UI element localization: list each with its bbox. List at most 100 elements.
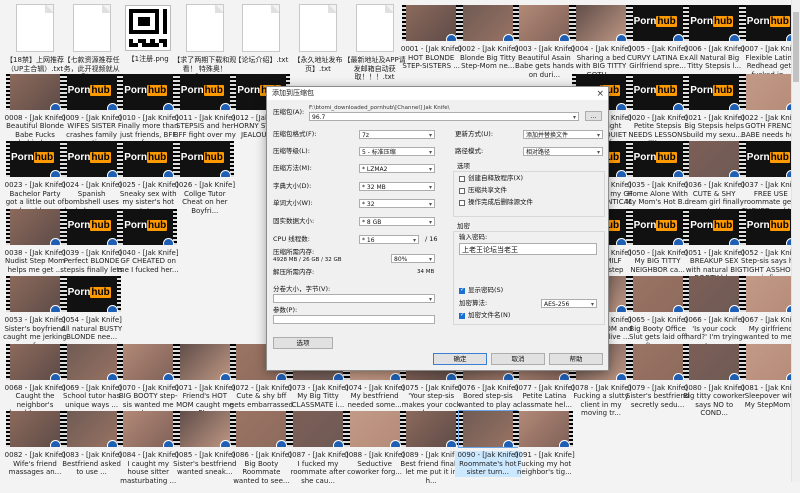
level-select[interactable]: 5 - 标准压缩 xyxy=(359,147,435,156)
path-mode-select[interactable]: 相对路径 xyxy=(523,147,603,156)
split-select[interactable] xyxy=(273,294,435,303)
scrollbar-thumb[interactable] xyxy=(793,12,799,82)
opt-sfx-checkbox[interactable] xyxy=(459,176,465,182)
film-strip-icon xyxy=(62,73,67,110)
media-player-badge-icon xyxy=(559,440,571,447)
enc-method-select[interactable]: AES-256 xyxy=(541,299,597,308)
film-strip-icon xyxy=(515,411,520,447)
video-thumbnail: Pornhub xyxy=(175,73,234,110)
video-thumbnail xyxy=(345,411,404,447)
film-strip-icon xyxy=(62,411,67,447)
video-logo-text: Pornhub xyxy=(633,219,677,231)
video-thumbnail xyxy=(6,343,64,380)
close-icon[interactable]: × xyxy=(596,88,604,101)
cancel-button[interactable]: 取消 xyxy=(491,353,545,365)
video-thumbnail xyxy=(175,343,234,380)
film-strip-icon xyxy=(119,411,124,447)
video-logo-part: Porn xyxy=(124,152,147,163)
video-thumbnail: Pornhub xyxy=(62,208,121,245)
browse-button[interactable]: ... xyxy=(585,111,602,121)
archive-name-field[interactable]: 96.7 xyxy=(309,112,579,121)
text-file-icon xyxy=(72,4,111,52)
options-title: 选项 xyxy=(457,162,470,170)
video-logo-part: hub xyxy=(90,152,111,163)
update-select[interactable]: 添加并替换文件 xyxy=(523,130,603,139)
split-label: 分卷大小，字节(V): xyxy=(273,285,331,293)
film-strip-icon xyxy=(741,276,746,312)
video-thumbnail xyxy=(457,410,518,448)
video-logo-part: Porn xyxy=(746,219,770,231)
video-thumbnail: Pornhub xyxy=(685,208,744,245)
video-thumbnail xyxy=(6,73,64,110)
file-item[interactable]: 0091 - [Jak Knife] Fucking my hot neighb… xyxy=(511,408,577,493)
video-logo-part: Porn xyxy=(633,152,657,163)
password-input[interactable]: 上老王论坛当老王 xyxy=(459,243,597,255)
dict-select[interactable]: * 32 MB xyxy=(359,182,435,191)
encrypt-names-checkbox[interactable] xyxy=(459,311,465,319)
cpu-select[interactable]: * 16 xyxy=(359,235,419,244)
method-select[interactable]: * LZMA2 xyxy=(359,164,435,173)
file-name: 0054 - [Jak Knife] All natural BUSTY BLO… xyxy=(61,316,123,341)
video-thumbnail: Pornhub xyxy=(628,5,687,41)
video-logo-part: hub xyxy=(203,152,224,163)
video-logo-part: Porn xyxy=(633,219,657,231)
opt-sfx-label: 创建自释放程序(X) xyxy=(468,174,524,182)
opt-delete-checkbox[interactable] xyxy=(459,200,465,206)
dialog-titlebar[interactable]: 添加到压缩包 × xyxy=(267,87,608,100)
file-item[interactable]: Pornhub 0040 - [Jak Knife] GF CHEATED on … xyxy=(115,206,181,291)
video-thumbnail xyxy=(119,343,178,380)
update-label: 更新方式(U): xyxy=(455,130,494,138)
film-strip-icon xyxy=(6,343,10,380)
solid-select[interactable]: * 8 GB xyxy=(359,217,435,226)
video-logo-part: Porn xyxy=(67,219,91,231)
ok-button[interactable]: 确定 xyxy=(433,353,487,365)
file-item[interactable]: Pornhub 0026 - [Jak Knife] Collge Tutor C… xyxy=(172,138,238,223)
film-strip-icon xyxy=(6,141,10,177)
video-logo-text: Pornhub xyxy=(747,16,790,27)
opt-shared-checkbox[interactable] xyxy=(459,188,465,194)
cpu-label: CPU 线程数: xyxy=(273,235,310,243)
video-logo-part: hub xyxy=(90,219,111,231)
video-logo-part: Porn xyxy=(690,16,713,27)
film-strip-icon xyxy=(119,141,124,177)
film-strip-icon xyxy=(175,411,180,447)
video-thumbnail xyxy=(515,411,574,447)
options-button[interactable]: 选项 xyxy=(273,337,333,349)
film-strip-icon xyxy=(116,276,121,312)
film-strip-icon xyxy=(229,141,234,177)
film-strip-icon xyxy=(6,411,10,447)
text-file-icon xyxy=(299,4,337,52)
word-select[interactable]: * 32 xyxy=(359,199,435,208)
mem-pct-select[interactable]: 80% xyxy=(391,254,435,263)
video-thumbnail xyxy=(402,5,461,41)
video-logo-part: hub xyxy=(146,219,168,231)
film-strip-icon xyxy=(628,5,633,41)
video-logo-text: Pornhub xyxy=(68,287,111,298)
video-logo-text: Pornhub xyxy=(690,16,734,27)
video-logo-part: hub xyxy=(769,16,790,27)
format-select[interactable]: 7z xyxy=(359,130,435,139)
film-strip-icon xyxy=(402,5,407,41)
show-password-label: 显示密码(S) xyxy=(468,286,504,294)
video-logo-part: Porn xyxy=(690,219,713,231)
vertical-scrollbar[interactable] xyxy=(791,0,800,482)
video-logo-text: Pornhub xyxy=(690,219,734,231)
video-thumbnail xyxy=(458,5,517,41)
add-to-archive-dialog: 添加到压缩包 × 压缩包(A): F:\btomi_downloaded_porn… xyxy=(266,86,609,371)
encrypt-names-label: 加密文件名(N) xyxy=(468,311,511,319)
file-name: 0026 - [Jak Knife] Collge Tutor Cheat on… xyxy=(174,181,236,215)
video-thumbnail xyxy=(685,276,744,312)
mem-decomp-label: 解压所需内存: xyxy=(273,268,315,276)
video-thumbnail xyxy=(175,411,234,447)
video-thumbnail xyxy=(119,411,178,447)
video-thumbnail: Pornhub xyxy=(62,141,121,177)
video-logo-part: hub xyxy=(90,84,111,96)
film-strip-icon xyxy=(515,5,520,41)
video-thumbnail xyxy=(62,411,121,447)
show-password-checkbox[interactable] xyxy=(459,286,465,294)
params-input[interactable] xyxy=(273,315,435,324)
film-strip-icon xyxy=(628,276,633,312)
help-button[interactable]: 帮助 xyxy=(549,353,603,365)
film-strip-icon xyxy=(119,343,124,380)
enc-method-label: 加密算法: xyxy=(459,299,488,307)
